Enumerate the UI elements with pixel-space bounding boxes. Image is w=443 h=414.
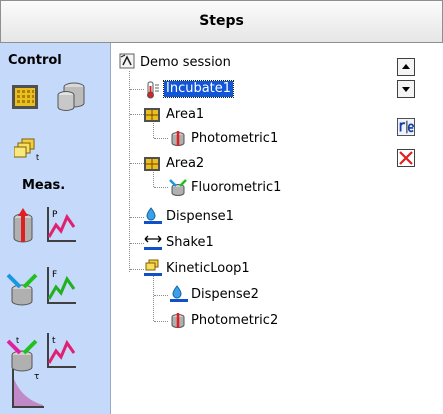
tree-connector bbox=[154, 295, 168, 297]
header-title: Steps bbox=[199, 13, 244, 29]
tree-connector bbox=[154, 187, 168, 189]
svg-text:t: t bbox=[52, 336, 56, 346]
tree-node-root[interactable]: Demo session bbox=[140, 55, 231, 71]
svg-text:P: P bbox=[52, 210, 58, 220]
tree-node-dispense2[interactable]: Dispense2 bbox=[191, 287, 259, 303]
svg-text:τ: τ bbox=[34, 372, 39, 382]
move-up-button[interactable] bbox=[397, 58, 415, 76]
photometric-icon bbox=[171, 313, 185, 328]
svg-text:t: t bbox=[16, 336, 19, 345]
cuvette-icon[interactable] bbox=[54, 79, 88, 113]
meas-section-label: Meas. bbox=[22, 178, 66, 193]
fluorometric-icon bbox=[169, 179, 187, 196]
steps-tree[interactable]: Demo session Incubate1 Area1 Photometric… bbox=[113, 43, 443, 414]
fluorometric-kinetic-icon[interactable]: F bbox=[44, 265, 78, 307]
photometric-kinetic-icon[interactable]: P bbox=[44, 205, 78, 245]
loop-icon[interactable]: t bbox=[14, 137, 44, 163]
tree-connector bbox=[129, 71, 131, 272]
svg-text:F: F bbox=[52, 270, 57, 280]
shake-icon bbox=[144, 235, 162, 250]
tree-connector bbox=[130, 114, 144, 116]
tree-connector bbox=[130, 269, 144, 271]
tree-connector bbox=[130, 89, 144, 91]
dispense-icon bbox=[170, 285, 188, 302]
time-resolved-icon[interactable]: t bbox=[6, 335, 40, 373]
tree-connector bbox=[130, 163, 144, 165]
tree-node-kineticloop1[interactable]: KineticLoop1 bbox=[166, 261, 250, 277]
delete-button[interactable] bbox=[397, 149, 415, 167]
kinetic-loop-icon bbox=[144, 259, 162, 276]
photometric-icon[interactable] bbox=[8, 208, 38, 246]
tree-node-incubate1[interactable]: Incubate1 bbox=[162, 80, 235, 98]
area-icon bbox=[144, 157, 160, 171]
tree-connector bbox=[154, 321, 168, 323]
tree-node-area1[interactable]: Area1 bbox=[166, 107, 204, 123]
dispense-icon bbox=[144, 207, 162, 224]
move-down-button[interactable] bbox=[397, 80, 415, 98]
tree-node-fluorometric1[interactable]: Fluorometric1 bbox=[191, 180, 281, 196]
area-icon bbox=[144, 108, 160, 122]
tree-node-photometric2[interactable]: Photometric2 bbox=[191, 313, 278, 329]
steps-header: Steps bbox=[0, 0, 443, 43]
svg-text:t: t bbox=[36, 153, 39, 162]
session-icon bbox=[119, 53, 135, 69]
step-palette: Control t Meas. P F t t τ bbox=[0, 43, 111, 414]
tree-connector bbox=[153, 276, 155, 321]
photometric-icon bbox=[171, 131, 185, 146]
tree-node-photometric1[interactable]: Photometric1 bbox=[191, 131, 278, 147]
tree-node-area2[interactable]: Area2 bbox=[166, 156, 204, 172]
tree-node-shake1[interactable]: Shake1 bbox=[166, 235, 214, 251]
fluorometric-icon[interactable] bbox=[6, 271, 40, 307]
time-resolved-kinetic-icon[interactable]: t bbox=[44, 331, 78, 371]
plate-icon[interactable] bbox=[10, 81, 42, 113]
rename-button[interactable] bbox=[397, 118, 415, 136]
thermometer-icon bbox=[147, 81, 159, 99]
tree-connector bbox=[130, 243, 144, 245]
tree-connector bbox=[130, 217, 144, 219]
control-section-label: Control bbox=[8, 53, 62, 68]
tree-connector bbox=[154, 138, 168, 140]
tree-node-dispense1[interactable]: Dispense1 bbox=[166, 209, 234, 225]
decay-curve-icon[interactable]: τ bbox=[10, 369, 46, 409]
